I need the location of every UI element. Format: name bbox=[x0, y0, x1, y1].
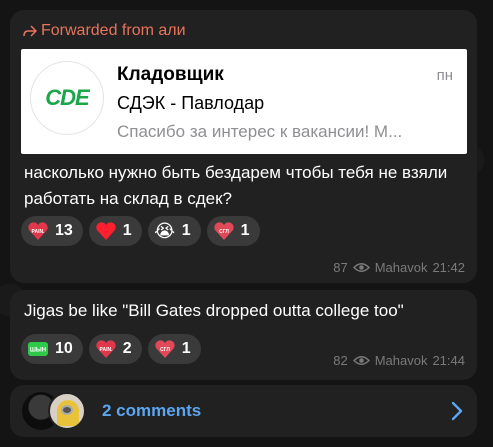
sgl-label: СГЛ bbox=[219, 229, 229, 235]
pain-heart-icon: PAIN. bbox=[27, 220, 49, 242]
eye-icon bbox=[352, 356, 370, 365]
message-bubble-1[interactable]: Forwarded from али CDE Кладовщик пн СДЭК… bbox=[10, 10, 477, 283]
shyn-badge-icon: ШЫН bbox=[27, 338, 49, 360]
reaction-sgl[interactable]: СГЛ 1 bbox=[206, 216, 260, 246]
preview-date: пн bbox=[436, 67, 453, 84]
chevron-right-icon[interactable] bbox=[451, 401, 463, 421]
reaction-count: 13 bbox=[55, 222, 73, 239]
eye-icon bbox=[352, 263, 370, 272]
reaction-pain[interactable]: PAIN. 13 bbox=[21, 216, 83, 246]
view-count: 82 bbox=[333, 353, 348, 368]
reaction-count: 1 bbox=[181, 222, 191, 239]
reaction-shyn[interactable]: ШЫН 10 bbox=[21, 334, 83, 364]
crying-face-icon: 😭 bbox=[154, 221, 176, 241]
forward-icon bbox=[23, 25, 37, 37]
message-text: насколько нужно быть бездарем чтобы тебя… bbox=[24, 163, 448, 208]
avatar bbox=[48, 392, 86, 430]
reaction-count: 10 bbox=[55, 340, 73, 357]
reaction-count: 2 bbox=[122, 340, 132, 357]
sgl-heart-icon: СГЛ bbox=[213, 220, 235, 242]
pain-heart-icon: PAIN. bbox=[95, 338, 117, 360]
reactions-bar: PAIN. 13 1 😭 1 СГЛ 1 bbox=[21, 216, 260, 246]
reactions-bar: ШЫН 10 PAIN. 2 СГЛ 1 bbox=[21, 334, 201, 364]
message-time: 21:44 bbox=[432, 353, 465, 368]
shyn-label: ШЫН bbox=[30, 348, 46, 354]
link-preview[interactable]: CDE Кладовщик пн СДЭК - Павлодар Спасибо… bbox=[21, 49, 467, 154]
reaction-count: 1 bbox=[240, 222, 250, 239]
logo-text: CDE bbox=[45, 85, 89, 110]
goggle-icon bbox=[61, 405, 73, 415]
sgl-heart-icon: СГЛ bbox=[154, 338, 176, 360]
reaction-count: 1 bbox=[122, 222, 132, 239]
sgl-label: СГЛ bbox=[160, 347, 170, 353]
author-signature: Mahavok bbox=[374, 353, 428, 368]
commenter-avatars bbox=[22, 392, 102, 430]
comments-label[interactable]: 2 comments bbox=[102, 401, 201, 421]
message-text: Jigas be like "Bill Gates dropped outta … bbox=[24, 301, 404, 320]
preview-subtitle: СДЭК - Павлодар bbox=[117, 93, 265, 113]
reaction-heart[interactable]: 1 bbox=[88, 216, 142, 246]
cdek-logo: CDE bbox=[31, 62, 103, 134]
reaction-pain[interactable]: PAIN. 2 bbox=[88, 334, 142, 364]
heart-icon bbox=[95, 220, 117, 242]
forwarded-header[interactable]: Forwarded from али bbox=[23, 22, 186, 40]
reaction-count: 1 bbox=[181, 340, 191, 357]
author-signature: Mahavok bbox=[374, 260, 428, 275]
preview-title: Кладовщик bbox=[117, 64, 224, 85]
comments-button[interactable]: 2 comments bbox=[10, 385, 477, 437]
reaction-sgl[interactable]: СГЛ 1 bbox=[147, 334, 201, 364]
view-count: 87 bbox=[333, 260, 348, 275]
pain-label: PAIN. bbox=[32, 229, 46, 235]
forwarded-label: Forwarded from али bbox=[41, 22, 186, 39]
message-bubble-2[interactable]: Jigas be like "Bill Gates dropped outta … bbox=[10, 290, 477, 380]
message-meta: 87 Mahavok 21:42 bbox=[333, 260, 465, 275]
reaction-crying[interactable]: 😭 1 bbox=[147, 216, 201, 246]
pain-label: PAIN. bbox=[99, 347, 113, 353]
message-meta: 82 Mahavok 21:44 bbox=[333, 353, 465, 368]
message-time: 21:42 bbox=[432, 260, 465, 275]
preview-text: Спасибо за интерес к вакансии! М... bbox=[117, 122, 403, 141]
